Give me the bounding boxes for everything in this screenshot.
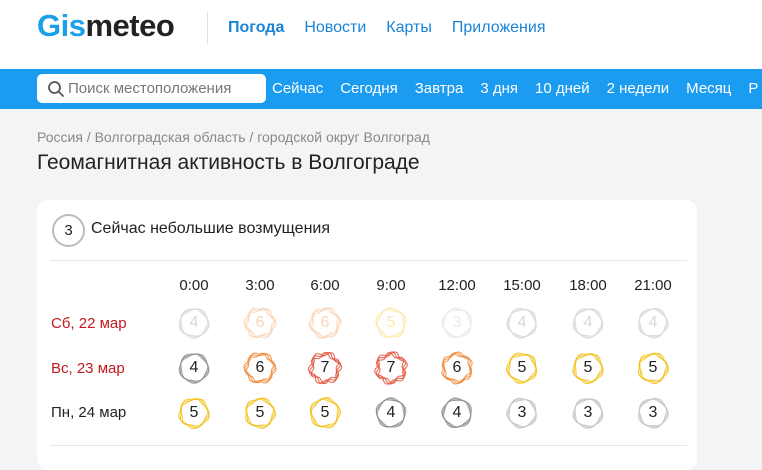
tab-month[interactable]: Месяц [686,80,731,97]
kp-value: 5 [189,404,199,421]
kp-index-cell: 4 [176,305,212,341]
kp-index-cell: 4 [635,305,671,341]
nav-maps[interactable]: Карты [386,19,432,37]
kp-value: 4 [648,314,658,331]
day-label: Сб, 22 мар [51,315,127,332]
kp-value: 3 [517,404,527,421]
breadcrumb[interactable]: Россия / Волгоградская область / городск… [37,129,430,145]
gismeteo-logo[interactable]: Gismeteo [37,6,175,46]
kp-index-cell: 4 [439,395,475,431]
logo-part1: Gis [37,8,86,43]
kp-value: 7 [386,359,396,376]
top-header: Gismeteo Погода Новости Карты Приложения [0,0,762,69]
time-label: 3:00 [245,277,275,294]
tab-2-weeks[interactable]: 2 недели [607,80,670,97]
divider [50,445,687,446]
kp-value: 5 [583,359,593,376]
tab-more[interactable]: Р [748,80,758,97]
nav-weather[interactable]: Погода [228,19,284,37]
kp-value: 5 [386,314,396,331]
kp-value: 3 [648,404,658,421]
kp-index-cell: 5 [307,395,343,431]
kp-index-cell: 4 [504,305,540,341]
time-label: 15:00 [503,277,541,294]
kp-value: 4 [517,314,527,331]
kp-value: 5 [320,404,330,421]
main-nav: Погода Новости Карты Приложения [228,19,545,37]
search-placeholder: Поиск местоположения [68,80,232,97]
time-label: 6:00 [310,277,340,294]
nav-apps[interactable]: Приложения [452,19,546,37]
kp-value: 4 [189,359,199,376]
search-input[interactable]: Поиск местоположения [37,74,266,103]
kp-index-cell: 3 [570,395,606,431]
divider [207,12,208,44]
kp-index-cell: 5 [635,350,671,386]
kp-index-cell: 5 [570,350,606,386]
kp-value: 3 [583,404,593,421]
kp-value: 4 [189,314,199,331]
kp-index-cell: 4 [570,305,606,341]
kp-value: 6 [255,359,265,376]
kp-value: 4 [386,404,396,421]
current-kp-badge: 3 [52,214,85,247]
kp-index-cell: 5 [176,395,212,431]
kp-index-cell: 7 [307,350,343,386]
kp-index-cell: 6 [242,305,278,341]
day-label: Пн, 24 мар [51,404,127,421]
kp-index-cell: 4 [373,395,409,431]
kp-index-cell: 5 [373,305,409,341]
kp-value: 7 [320,359,330,376]
day-label: Вс, 23 мар [51,360,125,377]
logo-part2: meteo [85,8,175,43]
tab-now[interactable]: Сейчас [272,80,323,97]
tab-3-days[interactable]: 3 дня [480,80,518,97]
current-status-text: Сейчас небольшие возмущения [91,220,330,237]
divider [50,260,687,261]
search-icon [48,81,64,97]
kp-index-cell: 6 [307,305,343,341]
tab-today[interactable]: Сегодня [340,80,398,97]
time-label: 21:00 [634,277,672,294]
kp-index-cell: 5 [242,395,278,431]
tab-tomorrow[interactable]: Завтра [415,80,464,97]
time-label: 18:00 [569,277,607,294]
time-label: 9:00 [376,277,406,294]
kp-index-cell: 4 [176,350,212,386]
kp-index-cell: 3 [504,395,540,431]
kp-value: 6 [255,314,265,331]
kp-index-cell: 3 [439,305,475,341]
kp-value: 6 [452,359,462,376]
kp-value: 4 [583,314,593,331]
page-title: Геомагнитная активность в Волгограде [37,151,420,174]
tab-10-days[interactable]: 10 дней [535,80,590,97]
period-bar: Поиск местоположения Сейчас Сегодня Завт… [0,69,762,109]
kp-value: 6 [320,314,330,331]
kp-index-cell: 6 [439,350,475,386]
kp-value: 5 [255,404,265,421]
kp-index-cell: 6 [242,350,278,386]
kp-value: 4 [452,404,462,421]
nav-news[interactable]: Новости [304,19,366,37]
kp-value: 3 [452,314,462,331]
time-label: 0:00 [179,277,209,294]
kp-value: 5 [517,359,527,376]
kp-value: 5 [648,359,658,376]
kp-index-cell: 5 [504,350,540,386]
period-tabs: Сейчас Сегодня Завтра 3 дня 10 дней 2 не… [272,80,762,97]
time-label: 12:00 [438,277,476,294]
kp-index-cell: 7 [373,350,409,386]
geomagnetic-card: 3 Сейчас небольшие возмущения 0:00 3:00 6:… [37,200,697,470]
kp-index-cell: 3 [635,395,671,431]
